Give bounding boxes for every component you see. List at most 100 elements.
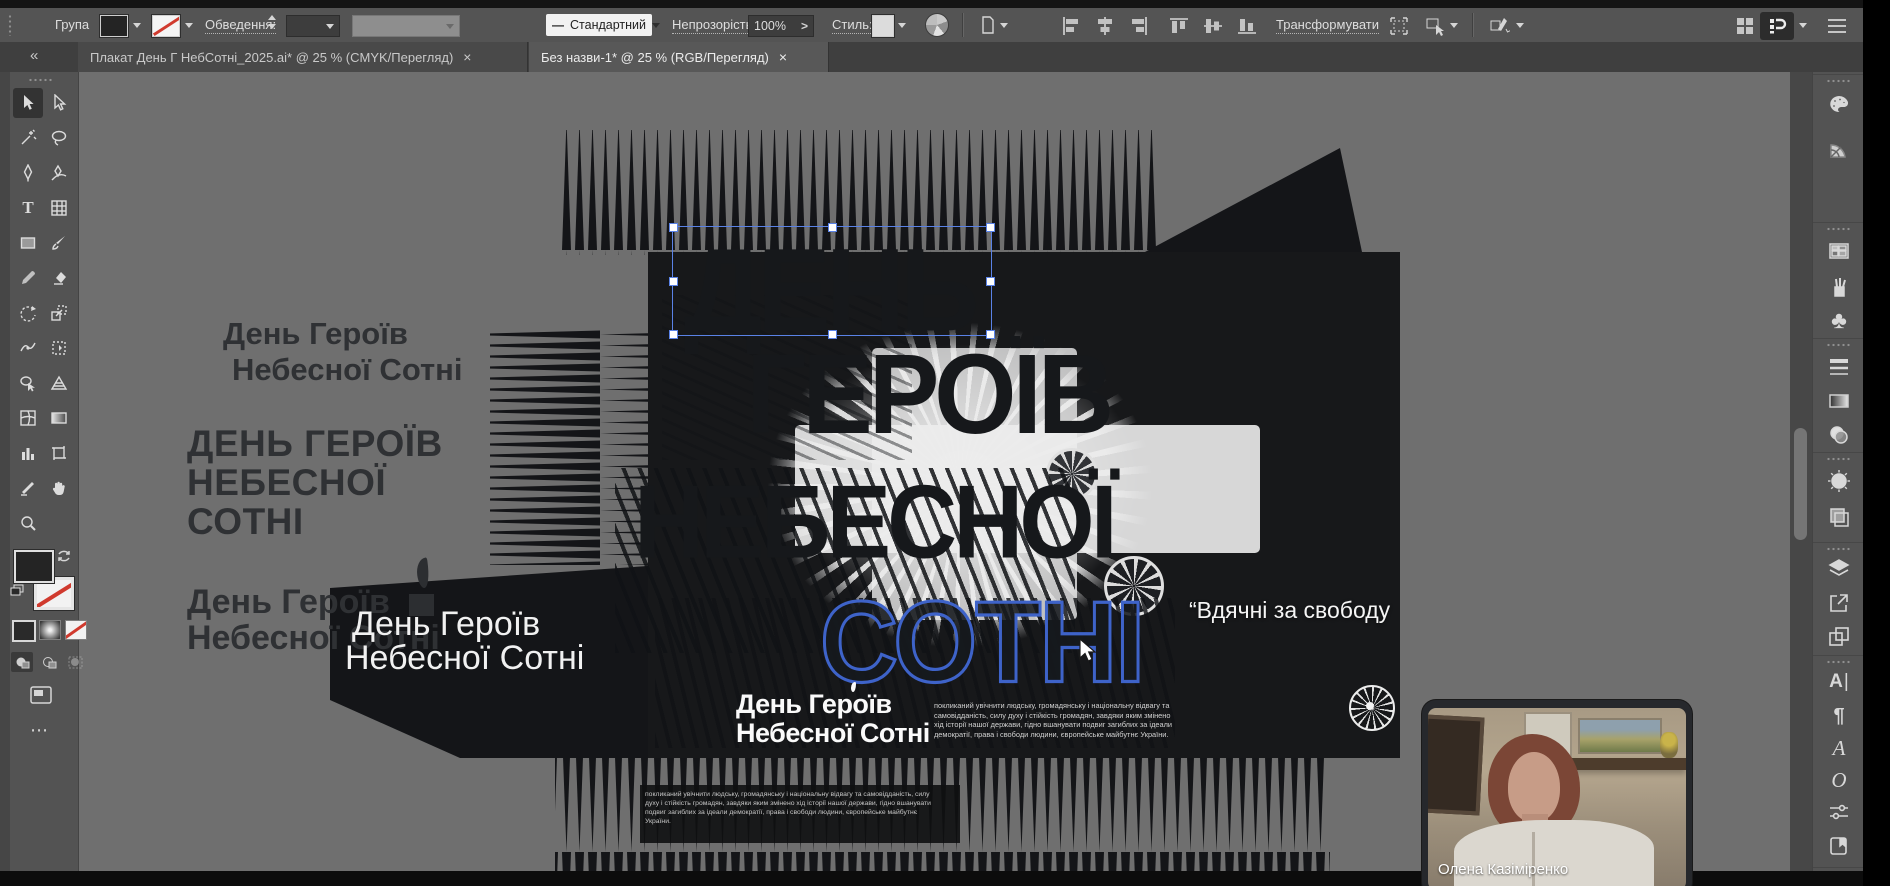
type-tool[interactable]: T — [13, 193, 43, 223]
align-vcenter-button[interactable] — [1202, 15, 1224, 37]
tab-1-close-icon[interactable]: × — [463, 50, 471, 64]
tab-document-1[interactable]: Плакат День Г НебСотні_2025.ai* @ 25 % (… — [78, 42, 528, 72]
selection-handle[interactable] — [986, 223, 995, 232]
stroke-color-swatch[interactable] — [152, 15, 180, 37]
magic-wand-tool[interactable] — [13, 123, 43, 153]
shape-effects-icon[interactable] — [1488, 15, 1510, 37]
brushes-panel-button[interactable] — [1827, 275, 1851, 299]
panel-group-grip[interactable] — [1826, 660, 1852, 664]
webcam-overlay[interactable]: Олена Казіміренко — [1422, 700, 1692, 886]
selection-handle[interactable] — [986, 330, 995, 339]
transparency-panel-button[interactable] — [1827, 423, 1851, 447]
hand-tool[interactable] — [44, 473, 74, 503]
selection-handle[interactable] — [986, 277, 995, 286]
fill-chevron-icon[interactable] — [133, 23, 141, 28]
style-swatch[interactable] — [872, 15, 894, 37]
stroke-weight-label[interactable]: Обведення: — [205, 17, 276, 34]
selection-tool[interactable] — [13, 88, 43, 118]
adjustments-panel-button[interactable] — [1827, 800, 1851, 824]
perspective-grid-tool[interactable] — [44, 368, 74, 398]
toolbar-collapse-button[interactable]: « — [30, 47, 38, 64]
selection-handle[interactable] — [828, 223, 837, 232]
text-sample-2[interactable]: ДЕНЬ ГЕРОЇВ НЕБЕСНОЇ СОТНІ — [187, 424, 443, 541]
selection-handle[interactable] — [669, 277, 678, 286]
arrange-documents-button[interactable] — [1735, 16, 1755, 36]
artboard-tool[interactable] — [44, 438, 74, 468]
canvas-scrollbar-thumb[interactable] — [1794, 428, 1807, 540]
opacity-label[interactable]: Непрозорість: — [672, 17, 756, 34]
stroke-weight-stepper[interactable] — [268, 15, 280, 35]
stroke-weight-value[interactable] — [286, 15, 340, 37]
slice-tool[interactable] — [13, 473, 43, 503]
paintbrush-tool[interactable] — [44, 228, 74, 258]
zoom-tool[interactable] — [13, 508, 43, 538]
poster-title[interactable]: День Героїв Небесної Сотні — [736, 690, 930, 748]
opacity-expander-icon[interactable]: > — [801, 19, 808, 33]
width-tool[interactable] — [13, 333, 43, 363]
color-panel-button[interactable] — [1827, 93, 1851, 117]
text-sample-1[interactable]: День Героїв Небесної Сотні — [223, 316, 463, 388]
panel-group-grip[interactable] — [1826, 457, 1852, 461]
isolate-object-icon[interactable] — [1424, 15, 1446, 37]
rectangular-grid-tool[interactable] — [44, 193, 74, 223]
transform-label[interactable]: Трансформувати — [1276, 17, 1379, 34]
character-styles-panel-button[interactable]: A — [1827, 736, 1851, 760]
expand-transform-icon[interactable] — [1388, 15, 1410, 37]
poster-headline-line3[interactable]: НЕБЕСНОЇ — [634, 470, 1113, 574]
panel-group-grip[interactable] — [1826, 547, 1852, 551]
tools-panel-grip[interactable] — [28, 78, 54, 82]
panel-group-grip[interactable] — [1826, 343, 1852, 347]
menu-list-button[interactable] — [1826, 17, 1848, 35]
shape-builder-tool[interactable] — [13, 368, 43, 398]
mesh-tool[interactable] — [13, 403, 43, 433]
rotate-tool[interactable] — [13, 298, 43, 328]
appearance-panel-button[interactable] — [1827, 469, 1851, 493]
fill-color-swatch[interactable] — [100, 15, 128, 37]
align-right-button[interactable] — [1128, 15, 1150, 37]
align-left-button[interactable] — [1060, 15, 1082, 37]
panel-group-grip[interactable] — [1826, 79, 1852, 83]
draw-inside-mode-button[interactable] — [64, 652, 86, 672]
selection-handle[interactable] — [669, 330, 678, 339]
draw-behind-mode-button[interactable] — [38, 652, 60, 672]
pen-tool[interactable] — [13, 158, 43, 188]
workspace-chevron-icon[interactable] — [1799, 23, 1807, 28]
isolate-chevron-icon[interactable] — [1450, 23, 1458, 28]
align-bottom-button[interactable] — [1236, 15, 1258, 37]
curvature-tool[interactable] — [44, 158, 74, 188]
artboards-panel-button[interactable] — [1827, 625, 1851, 649]
direct-selection-tool[interactable] — [44, 88, 74, 118]
paragraph-panel-button[interactable]: ¶ — [1827, 704, 1851, 728]
lasso-tool[interactable] — [44, 123, 74, 153]
edit-toolbar-button[interactable]: ⋯ — [30, 720, 50, 741]
none-mode-button[interactable] — [65, 620, 87, 640]
eraser-tool[interactable] — [44, 263, 74, 293]
document-setup-icon[interactable] — [978, 15, 998, 35]
rectangle-tool[interactable] — [13, 228, 43, 258]
poster-body-text[interactable]: покликаний увічнити людську, громадянськ… — [934, 701, 1174, 739]
align-top-button[interactable] — [1168, 15, 1190, 37]
color-guide-panel-button[interactable] — [1827, 137, 1851, 161]
swatches-panel-button[interactable] — [1827, 239, 1851, 263]
workspace-switcher-button[interactable] — [1760, 12, 1794, 40]
gradient-tool[interactable] — [44, 403, 74, 433]
panel-group-grip[interactable] — [1826, 227, 1852, 231]
export-panel-button[interactable] — [1827, 591, 1851, 615]
style-label[interactable]: Стиль: — [832, 17, 873, 34]
tab-2-close-icon[interactable]: × — [779, 50, 787, 64]
screen-mode-button[interactable] — [30, 686, 52, 704]
free-transform-tool[interactable] — [44, 333, 74, 363]
selection-bounding-box[interactable] — [672, 226, 992, 336]
stroke-chevron-icon[interactable] — [185, 23, 193, 28]
gradient-mode-button[interactable] — [39, 620, 61, 640]
default-fill-stroke-icon[interactable] — [10, 584, 24, 596]
canvas-body-text-copy[interactable]: покликаний увічнити людську, громадянськ… — [645, 790, 937, 826]
recolor-artwork-button[interactable] — [926, 14, 948, 36]
text-sample-4[interactable]: День Героїв Небесної Сотні — [345, 607, 584, 675]
opacity-value[interactable]: 100% > — [748, 15, 814, 37]
selection-handle[interactable] — [669, 223, 678, 232]
color-mode-button[interactable] — [12, 620, 36, 642]
tab-document-2-active[interactable]: Без назви-1* @ 25 % (RGB/Перегляд) × — [529, 42, 829, 72]
poster-slogan[interactable]: “Вдячні за свободу — [1189, 597, 1390, 624]
draw-normal-mode-button[interactable] — [11, 652, 33, 672]
